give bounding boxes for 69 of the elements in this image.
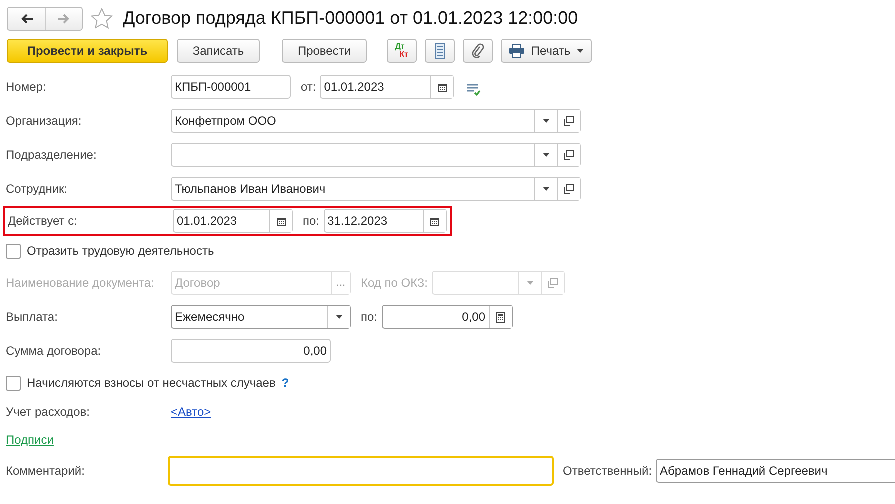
field-label: Наименование документа:: [6, 276, 156, 290]
document-check-icon[interactable]: [466, 84, 482, 96]
number-field[interactable]: КПБП-000001: [171, 75, 291, 99]
field-label: Комментарий:: [6, 464, 86, 478]
toolbar-button[interactable]: Записать: [177, 39, 260, 63]
field-label: по:: [303, 214, 320, 228]
field-label: Сотрудник:: [6, 182, 69, 196]
select-field[interactable]: Конфетпром ООО: [171, 109, 581, 133]
calendar-icon: [438, 82, 447, 92]
printer-icon: [509, 44, 526, 58]
dropdown-icon: [336, 315, 342, 319]
dropdown-icon: [542, 119, 550, 123]
field-label: Сумма договора:: [6, 344, 102, 358]
dropdown-icon: [542, 187, 550, 191]
open-window-icon: [564, 184, 574, 194]
checkbox-label: Отразить трудовую деятельность: [27, 244, 214, 258]
open-button[interactable]: [557, 144, 580, 166]
open-window-icon: [564, 116, 574, 126]
calendar-button[interactable]: [430, 76, 454, 98]
paperclip-icon: [472, 43, 484, 59]
dropdown-icon: [526, 281, 534, 285]
responsible-field[interactable]: Абрамов Геннадий Сергеевич: [656, 459, 895, 483]
calendar-icon: [276, 216, 286, 226]
attach-button[interactable]: [463, 39, 493, 63]
dropdown-icon: [542, 153, 550, 157]
dropdown-icon: [576, 49, 584, 53]
open-window-icon: [564, 150, 574, 160]
calendar-icon: [430, 216, 440, 226]
amount-field[interactable]: 0,00: [382, 305, 513, 329]
auto-link[interactable]: <Авто>: [171, 405, 212, 419]
calculator-button[interactable]: [488, 306, 512, 328]
field-label: Номер:: [6, 80, 48, 94]
checkbox[interactable]: [6, 376, 21, 390]
date-field[interactable]: 01.01.2023: [320, 75, 454, 99]
field-label: Выплата:: [6, 310, 59, 324]
list-icon: [435, 43, 445, 59]
field-label: по:: [361, 310, 378, 324]
calculator-icon: [496, 312, 506, 322]
amount-field[interactable]: 0,00: [171, 339, 331, 363]
calendar-button[interactable]: [269, 210, 292, 232]
help-link[interactable]: ?: [282, 376, 290, 390]
date-field[interactable]: 01.01.2023: [173, 209, 293, 233]
open-window-icon: [548, 278, 558, 288]
star-icon[interactable]: [91, 8, 113, 29]
comment-field[interactable]: [168, 456, 554, 486]
field-label: Организация:: [6, 114, 83, 128]
checkbox-label: Начисляются взносы от несчастных случаев: [27, 376, 276, 390]
debit-credit-button[interactable]: Дт Кт: [387, 39, 417, 63]
toolbar-button[interactable]: Провести: [282, 39, 367, 63]
field-label: Действует с:: [8, 214, 78, 228]
field-label: Подразделение:: [6, 148, 98, 162]
window-title: Договор подряда КПБП-000001 от 01.01.2023 12:00:00: [123, 8, 578, 29]
field-label: Учет расходов:: [6, 405, 91, 419]
field-label: от:: [301, 80, 316, 94]
select-field[interactable]: Тюльпанов Иван Иванович: [171, 177, 581, 201]
field-label: Ответственный:: [563, 464, 652, 478]
calendar-button[interactable]: [422, 210, 446, 232]
date-field[interactable]: 31.12.2023: [324, 209, 447, 233]
open-button[interactable]: [557, 110, 580, 132]
checkbox[interactable]: [6, 244, 21, 258]
post-and-close-button[interactable]: Провести и закрыть: [7, 39, 168, 63]
signatures-link[interactable]: Подписи: [6, 433, 54, 447]
print-button[interactable]: Печать: [501, 39, 592, 63]
select-field[interactable]: Ежемесячно: [171, 305, 351, 329]
open-button[interactable]: [557, 178, 580, 200]
dropdown-button[interactable]: [327, 306, 350, 328]
select-field[interactable]: [171, 143, 581, 167]
list-button[interactable]: [425, 39, 455, 63]
field-label: Код по ОКЗ:: [361, 276, 428, 290]
